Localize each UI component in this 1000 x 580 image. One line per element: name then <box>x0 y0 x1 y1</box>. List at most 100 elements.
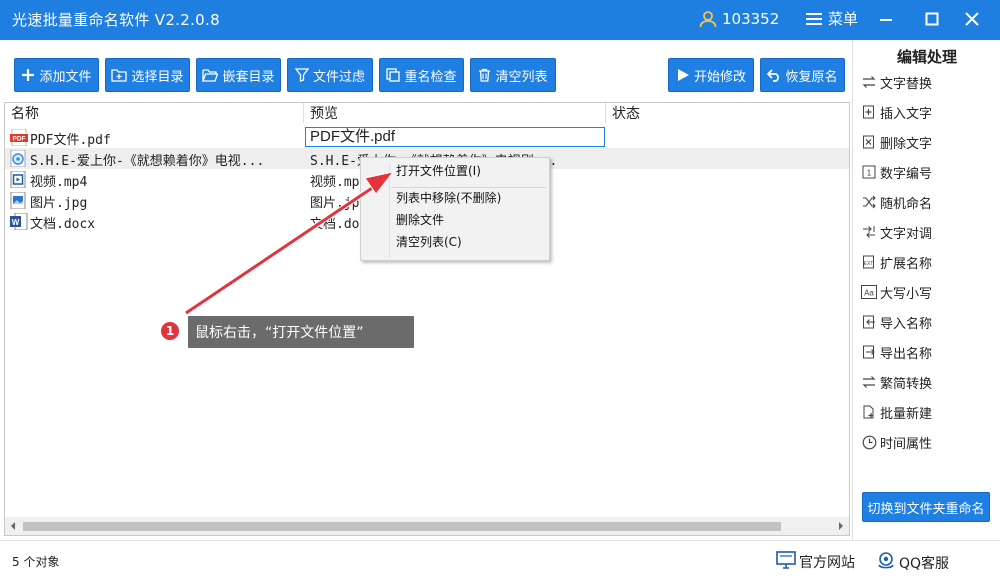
side-item-import-names[interactable]: 导入名称 <box>861 310 932 334</box>
column-divider[interactable] <box>303 103 304 123</box>
column-header-status[interactable]: 状态 <box>612 103 640 125</box>
audio-file-icon <box>10 149 26 168</box>
nested-directory-label: 嵌套目录 <box>222 69 275 85</box>
file-filter-button[interactable]: 文件过虑 <box>287 58 373 92</box>
clock-icon <box>861 434 877 450</box>
import-icon <box>861 314 877 330</box>
status-bar: 5 个对象 官方网站 QQ客服 <box>0 540 1000 580</box>
delete-text-icon <box>861 134 877 150</box>
undo-icon <box>767 68 781 82</box>
swap-icon <box>861 74 877 90</box>
qq-label: QQ客服 <box>899 556 950 572</box>
side-item-convert[interactable]: 繁简转换 <box>861 370 932 394</box>
side-item-export-names[interactable]: 导出名称 <box>861 340 932 364</box>
maximize-button[interactable] <box>918 6 946 32</box>
object-count: 5 个对象 <box>12 555 60 569</box>
preview-edit-field[interactable]: PDF文件.pdf <box>305 127 605 147</box>
main-menu[interactable]: 菜单 <box>806 8 858 29</box>
hamburger-icon <box>806 12 822 26</box>
scroll-left-icon[interactable] <box>8 520 18 535</box>
side-item-label: 随机命名 <box>880 196 933 212</box>
side-item-label: 时间属性 <box>880 436 933 452</box>
side-item-insert-text[interactable]: 插入文字 <box>861 100 932 124</box>
add-file-label: 添加文件 <box>39 69 92 85</box>
side-item-extension[interactable]: EXT 扩展名称 <box>861 250 932 274</box>
menu-item-clear-list[interactable]: 清空列表(C) <box>396 232 462 252</box>
official-website-link[interactable]: 官方网站 <box>776 551 855 573</box>
headset-icon <box>876 551 896 575</box>
image-file-icon <box>10 191 26 210</box>
select-directory-label: 选择目录 <box>131 69 184 85</box>
edit-panel: 编辑处理 文字替换 插入文字 删除文字 1 数字编号 随机命名 文字对调 EXT… <box>852 40 1000 540</box>
side-item-numbering[interactable]: 1 数字编号 <box>861 160 932 184</box>
edit-panel-title: 编辑处理 <box>896 48 957 66</box>
svg-text:EXT: EXT <box>864 261 874 267</box>
svg-text:PDF: PDF <box>13 136 26 143</box>
menu-item-open-file-location[interactable]: 打开文件位置(I) <box>396 161 481 181</box>
menu-label: 菜单 <box>828 10 859 28</box>
menu-item-delete-file[interactable]: 删除文件 <box>396 210 444 230</box>
minimize-icon <box>880 19 892 21</box>
side-item-time-attributes[interactable]: 时间属性 <box>861 430 932 454</box>
file-preview: 视频.mp4 <box>310 175 360 190</box>
side-item-label: 数字编号 <box>880 166 933 182</box>
word-file-icon: W <box>10 212 28 231</box>
scroll-right-icon[interactable] <box>836 520 846 535</box>
close-icon <box>965 12 979 26</box>
restore-names-button[interactable]: 恢复原名 <box>760 58 845 92</box>
duplicate-check-button[interactable]: 重名检查 <box>379 58 464 92</box>
column-header-name[interactable]: 名称 <box>11 103 39 125</box>
folder-open-icon <box>202 68 219 82</box>
maximize-icon <box>925 12 939 26</box>
side-item-text-exchange[interactable]: 文字对调 <box>861 220 932 244</box>
toolbar: 添加文件 选择目录 嵌套目录 文件过虑 重名检查 清空列表 开始修改 恢复原名 <box>0 40 852 100</box>
convert-icon <box>861 374 877 390</box>
file-name: 图片.jpg <box>30 196 88 211</box>
export-icon <box>861 344 877 360</box>
side-item-label: 插入文字 <box>880 106 933 122</box>
pdf-file-icon: PDF <box>10 128 28 147</box>
menu-item-remove-from-list[interactable]: 列表中移除(不删除) <box>396 188 501 208</box>
side-item-case[interactable]: Aa 大写小写 <box>861 280 932 304</box>
app-title: 光速批量重命名软件 V2.2.0.8 <box>12 11 220 29</box>
side-item-text-replace[interactable]: 文字替换 <box>861 70 932 94</box>
switch-folder-rename-button[interactable]: 切换到文件夹重命名 <box>862 492 990 522</box>
column-header-preview[interactable]: 预览 <box>310 103 338 125</box>
trash-icon <box>478 68 491 82</box>
qq-support-link[interactable]: QQ客服 <box>876 551 949 575</box>
start-modify-button[interactable]: 开始修改 <box>668 58 754 92</box>
svg-text:Aa: Aa <box>864 289 874 298</box>
svg-text:1: 1 <box>867 169 872 178</box>
start-modify-label: 开始修改 <box>693 69 746 85</box>
minimize-button[interactable] <box>872 6 900 32</box>
video-file-icon <box>10 170 26 189</box>
add-file-button[interactable]: 添加文件 <box>14 58 99 92</box>
user-account[interactable]: 103352 <box>698 9 779 29</box>
side-item-label: 扩展名称 <box>880 256 933 272</box>
side-item-batch-create[interactable]: 批量新建 <box>861 400 932 424</box>
nested-directory-button[interactable]: 嵌套目录 <box>196 58 281 92</box>
shuffle-icon <box>861 194 877 210</box>
scroll-thumb[interactable] <box>23 522 781 531</box>
side-item-delete-text[interactable]: 删除文字 <box>861 130 932 154</box>
select-directory-button[interactable]: 选择目录 <box>105 58 190 92</box>
side-item-random-name[interactable]: 随机命名 <box>861 190 932 214</box>
horizontal-scrollbar[interactable] <box>5 517 849 535</box>
column-divider[interactable] <box>605 103 606 123</box>
duplicate-check-label: 重名检查 <box>404 69 457 85</box>
file-name: 文档.docx <box>30 217 96 232</box>
plus-icon <box>21 68 35 82</box>
side-item-label: 文字对调 <box>880 226 933 242</box>
exchange-icon <box>861 224 877 240</box>
insert-icon <box>861 104 877 120</box>
file-name: 视频.mp4 <box>30 175 88 190</box>
side-item-label: 文字替换 <box>880 76 933 92</box>
new-file-icon <box>861 404 877 420</box>
clear-list-button[interactable]: 清空列表 <box>470 58 556 92</box>
file-name: PDF文件.pdf <box>30 133 111 148</box>
monitor-icon <box>776 551 796 573</box>
website-label: 官方网站 <box>799 555 855 571</box>
number-icon: 1 <box>861 164 877 180</box>
close-button[interactable] <box>958 6 986 32</box>
svg-text:W: W <box>12 218 20 227</box>
